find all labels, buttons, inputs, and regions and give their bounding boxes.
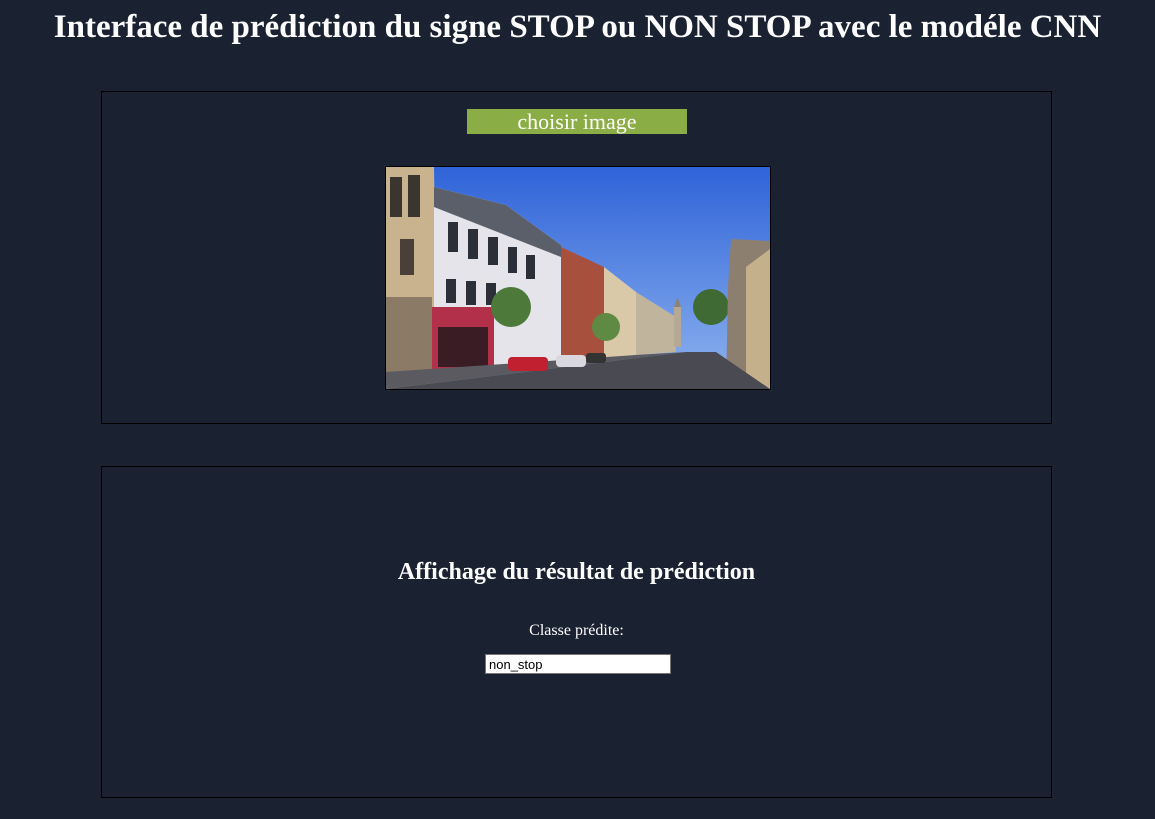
image-preview: [385, 166, 771, 390]
page-title: Interface de prédiction du signe STOP ou…: [53, 9, 1102, 45]
result-heading: Affichage du résultat de prédiction: [397, 559, 756, 585]
upload-panel: choisir image: [101, 91, 1052, 424]
choose-image-button[interactable]: choisir image: [467, 109, 687, 134]
result-panel: Affichage du résultat de prédiction Clas…: [101, 466, 1052, 798]
predicted-class-label: Classe prédite:: [529, 622, 624, 639]
predicted-class-field[interactable]: [485, 654, 671, 674]
